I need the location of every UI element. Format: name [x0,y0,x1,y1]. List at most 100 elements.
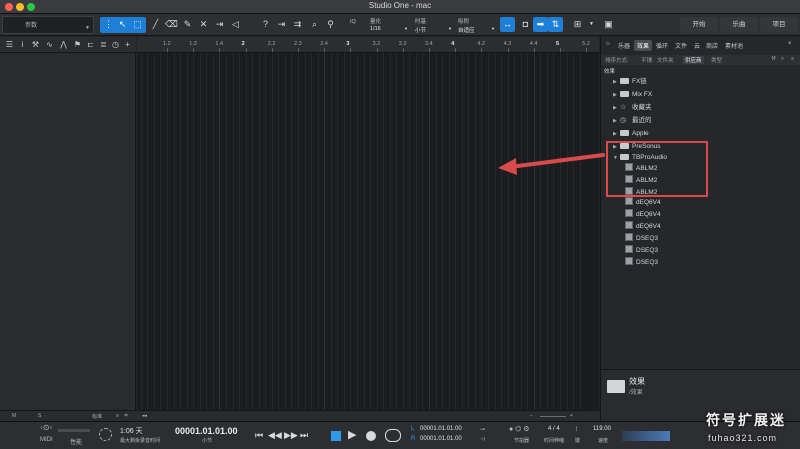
chevron-right-icon[interactable]: ▶ [613,128,620,140]
zoom-slider[interactable] [540,416,566,417]
list-icon[interactable]: ≡ [116,413,119,419]
tab-effects[interactable]: 效果 [634,40,653,51]
waveform-icon[interactable]: ⇅ [548,17,563,32]
project-button[interactable]: 项目 [760,17,798,33]
follow-icon[interactable]: ⇉ [290,17,305,32]
folder-item[interactable]: ▶ ☆ 收藏夹 [613,102,797,114]
search-icon[interactable]: ⌕ [781,56,784,63]
wrench-icon[interactable]: ⚒ [30,39,41,51]
eraser-tool-icon[interactable]: ⌫ [164,17,179,32]
clock-icon[interactable]: ◷ [110,39,121,51]
curve-icon[interactable]: ∿ [44,39,55,51]
chevron-right-icon[interactable]: ▶ [613,115,620,127]
tempo-value[interactable]: 119.00 [593,426,611,432]
timebase-value[interactable]: 小节 [415,26,426,34]
key-icon[interactable]: ⊺ [575,426,578,433]
range-tool-icon[interactable]: ⬚ [130,17,145,32]
home-icon[interactable]: ⌂ [606,41,610,47]
mute-label[interactable]: M [12,413,16,419]
split-tool-icon[interactable]: ╱ [148,17,163,32]
tab-loops[interactable]: 循环 [656,41,668,50]
menu-icon[interactable]: ☰ [4,39,15,51]
eq-icon[interactable]: ≑ [124,413,128,419]
plugin-item[interactable]: DSEQ3 [625,233,797,245]
arrow-right-icon[interactable]: ➡ [533,17,548,32]
chevron-right-icon[interactable]: ▶ [613,76,620,88]
item-label: DSEQ3 [636,235,659,242]
browser-path[interactable]: 效果 [604,67,615,75]
rewind-icon[interactable]: ◀◀ [268,430,282,441]
wrench-icon[interactable]: ⚒ [771,56,776,62]
sort-type[interactable]: 类型 [711,56,722,64]
timeline-ruler[interactable]: 1.2 1.3 1.4 2 2.2 2.3 2.4 3 3.2 3.3 3.4 4 4.2 4.3 4.4 5… [137,37,599,53]
scroll-left-icon[interactable]: ◂◂ [142,413,147,419]
snap-value[interactable]: 自适应 [458,26,475,34]
plugin-item[interactable]: DSEQ3 [625,245,797,257]
list-icon[interactable]: ≡ [791,56,794,62]
stop-button[interactable] [331,431,341,441]
sort-flat[interactable]: 平铺 [641,56,652,64]
search-icon[interactable]: ⌕ [307,17,322,32]
loop-right-value[interactable]: 00001.01.01.00 [420,436,462,442]
precount-icon[interactable]: ⊣ [480,436,485,443]
grid-line [481,53,483,410]
mute-tool-icon[interactable]: ✕ [196,17,211,32]
standard-view-label[interactable]: 标准 [92,413,102,420]
song-button[interactable]: 乐曲 [720,17,758,33]
folder-item[interactable]: ▶ Mix FX [613,89,797,101]
help-icon[interactable]: ? [258,17,273,32]
parameter-display[interactable]: 参数 ▼ [2,16,94,34]
snap-icon[interactable]: ⚲ [323,17,338,32]
tab-cloud[interactable]: 云 [694,41,700,50]
bend-tool-icon[interactable]: ⇥ [212,17,227,32]
loop-follow-icon[interactable]: ↔ [500,17,515,32]
record-button[interactable] [366,431,376,441]
time-signature[interactable]: 4 / 4 [548,426,560,432]
sort-folder[interactable]: 文件夹 [657,56,674,64]
solo-label[interactable]: S [38,413,41,419]
tab-instruments[interactable]: 乐器 [618,41,630,50]
marker-icon[interactable]: ⊏ [85,39,96,51]
info-icon[interactable]: i [17,39,28,51]
automation-icon[interactable]: ⋀ [58,39,69,51]
listen-tool-icon[interactable]: ◁ [228,17,243,32]
save-icon[interactable]: ▣ [601,17,616,32]
arrange-view[interactable] [137,53,599,410]
plugin-item[interactable]: DSEQ3 [625,257,797,269]
fast-forward-icon[interactable]: ▶▶ [284,430,298,441]
play-button[interactable]: ▶ [348,428,356,441]
list-icon[interactable]: ≣ [98,39,109,51]
position-display[interactable]: 00001.01.01.00 [175,426,238,436]
plugin-item[interactable]: dEQ6V4 [625,221,797,233]
tab-pool[interactable]: 素材池 [725,41,743,50]
flag-icon[interactable]: ⚑ [72,39,83,51]
quantize-value[interactable]: 1/16 [370,26,381,32]
grid-menu-icon[interactable]: ⊞ [570,17,585,32]
ruler-mark: 2.3 [294,41,302,47]
metronome-icons[interactable]: ● ⌬ ⚙ [509,425,530,433]
plugin-item[interactable]: dEQ6V4 [625,209,797,221]
folder-item[interactable]: ▶ Apple [613,128,797,140]
tab-shop[interactable]: 商店 [706,41,718,50]
chevron-right-icon[interactable]: ▶ [613,89,620,101]
loop-left-value[interactable]: 00001.01.01.00 [420,426,462,432]
add-track-icon[interactable]: + [122,39,133,51]
folder-item[interactable]: ▶ FX链 [613,76,797,88]
plugin-item[interactable]: dEQ6V4 [625,197,797,209]
auto-scroll-icon[interactable]: ⇥ [274,17,289,32]
snap-grid-icon[interactable]: ◘ [518,17,533,32]
tab-files[interactable]: 文件 [675,41,687,50]
zoom-in-icon[interactable]: + [570,413,573,419]
arrow-tool-icon[interactable]: ↖ [115,17,130,32]
chevron-right-icon[interactable]: ▶ [613,102,620,114]
paint-tool-icon[interactable]: ✎ [180,17,195,32]
rewind-start-icon[interactable]: ⏮ [255,430,263,441]
zoom-out-icon[interactable]: − [530,413,533,419]
loop-button[interactable] [385,429,401,442]
punch-icon[interactable]: ⊸ [480,426,485,433]
close-icon[interactable]: × [788,41,792,47]
forward-end-icon[interactable]: ⏭ [300,430,308,441]
folder-item[interactable]: ▶ ◷ 最近的 [613,115,797,127]
sort-vendor[interactable]: 供应商 [683,56,704,64]
start-button[interactable]: 开始 [680,17,718,33]
